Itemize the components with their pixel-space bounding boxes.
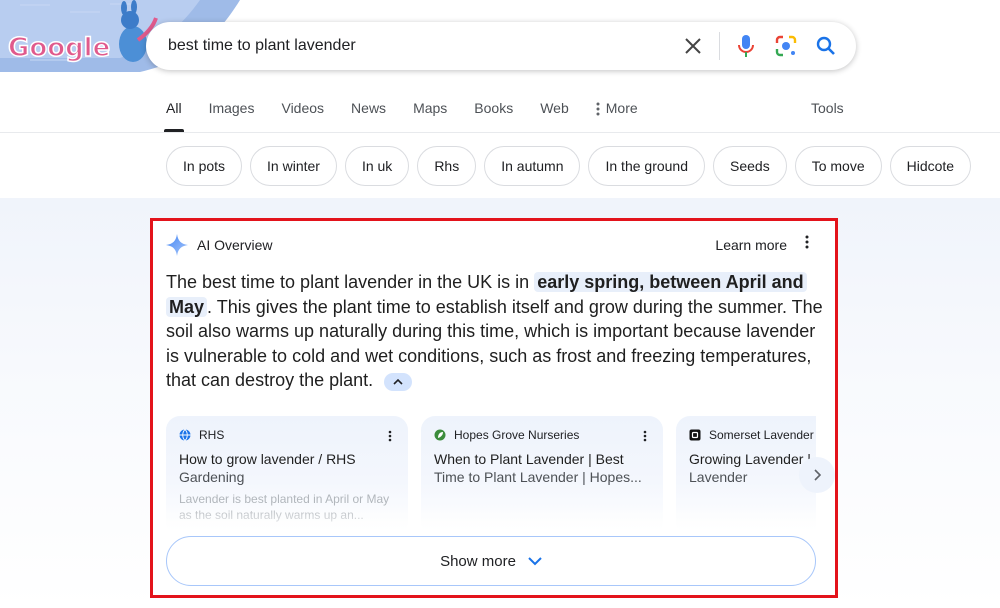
chip-hidcote[interactable]: Hidcote [889,146,972,186]
source-title-line: How to grow lavender / RHS [179,451,356,467]
microphone-icon[interactable] [726,26,766,66]
learn-more-link[interactable]: Learn more [715,237,787,253]
source-fade [166,506,408,531]
search-tabs: All Images Videos News Maps Books Web Mo… [164,100,665,132]
chip-seeds[interactable]: Seeds [713,146,787,186]
ai-text-part-2: . This gives the plant time to establish… [166,296,823,391]
source-fade [676,506,816,531]
gemini-sparkle-icon [166,234,188,256]
tools-button[interactable]: Tools [811,100,844,116]
tab-images-label: Images [208,100,255,116]
ai-text-part-1: The best time to plant lavender in the U… [166,272,535,292]
tab-videos[interactable]: Videos [281,100,324,132]
search-icon[interactable] [806,26,846,66]
source-title-line: When to Plant Lavender | Best [434,451,624,467]
search-input[interactable]: best time to plant lavender [168,37,673,55]
tab-news[interactable]: News [351,100,386,132]
search-divider [719,32,720,60]
tab-images[interactable]: Images [209,100,255,132]
tab-maps[interactable]: Maps [413,100,447,132]
source-title: When to Plant Lavender | Best Time to Pl… [434,450,650,486]
source-title: Growing Lavender | Lavender [689,450,816,486]
source-site: Hopes Grove Nurseries [454,428,580,442]
chevron-right-icon [814,469,821,481]
ai-overview-header: AI Overview [166,234,272,256]
source-card[interactable]: RHS How to grow lavender / RHS Gardening… [166,416,408,531]
ai-overview-title: AI Overview [197,237,273,253]
tab-books-label: Books [474,100,514,116]
tab-maps-label: Maps [413,100,448,116]
globe-icon [179,429,191,441]
chip-in-pots[interactable]: In pots [166,146,243,186]
clear-icon[interactable] [673,26,713,66]
tab-books[interactable]: Books [474,100,513,132]
chip-in-autumn[interactable]: In autumn [484,146,581,186]
chip-in-uk[interactable]: In uk [344,146,410,186]
source-title-line: Growing Lavender | [689,451,811,467]
ai-overview-text: The best time to plant lavender in the U… [166,270,826,393]
chip-to-move[interactable]: To move [794,146,882,186]
tab-all[interactable]: All [164,100,184,132]
more-vert-icon [596,102,600,116]
leaf-icon [434,429,446,441]
chip-in-the-ground[interactable]: In the ground [588,146,705,186]
refinement-chips: In pots In winter In uk Rhs In autumn In… [166,146,972,186]
source-site: Somerset Lavender [709,428,814,442]
tab-news-label: News [351,100,387,116]
ai-overview-menu-icon[interactable] [805,235,809,254]
source-header: RHS [179,428,395,442]
chip-in-winter[interactable]: In winter [250,146,337,186]
chevron-down-icon [528,556,542,565]
source-site: RHS [199,428,225,442]
tab-all-label: All [166,100,182,116]
source-menu-icon[interactable] [643,429,647,447]
square-logo-icon [689,429,701,441]
search-box[interactable]: best time to plant lavender [146,22,856,70]
source-card[interactable]: Hopes Grove Nurseries When to Plant Lave… [421,416,663,531]
tab-more-label: More [605,100,638,116]
carousel-next-button[interactable] [799,457,835,493]
chip-rhs[interactable]: Rhs [417,146,477,186]
tab-web[interactable]: Web [540,100,569,132]
page: Google best time to plant lavender All I… [0,0,1000,608]
collapse-text-button[interactable] [384,372,413,391]
ai-highlight-1: early spring, between April and [534,272,807,292]
ai-highlight-2: May [166,296,208,317]
ai-sources-carousel: RHS How to grow lavender / RHS Gardening… [166,416,816,531]
source-header: Somerset Lavender [689,428,816,442]
source-card[interactable]: Somerset Lavender Growing Lavender | Lav… [676,416,816,531]
source-header: Hopes Grove Nurseries [434,428,650,442]
chevron-up-icon [393,378,403,385]
source-title-cont: Time to Plant Lavender | Hopes... [434,469,642,485]
tab-videos-label: Videos [281,100,325,116]
source-title-cont: Gardening [179,469,245,485]
tab-web-label: Web [540,100,569,116]
svg-text:Google: Google [8,33,110,63]
source-fade [421,506,663,531]
show-more-button[interactable]: Show more [166,536,816,586]
google-lens-icon[interactable] [766,26,806,66]
source-title: How to grow lavender / RHS Gardening [179,450,395,486]
show-more-label: Show more [440,552,516,570]
tab-more[interactable]: More [596,100,638,132]
ai-overview-card: AI Overview Learn more The best time to … [150,218,838,598]
source-title-cont: Lavender [689,469,748,485]
tabs-divider [0,132,1000,133]
source-menu-icon[interactable] [388,429,392,447]
